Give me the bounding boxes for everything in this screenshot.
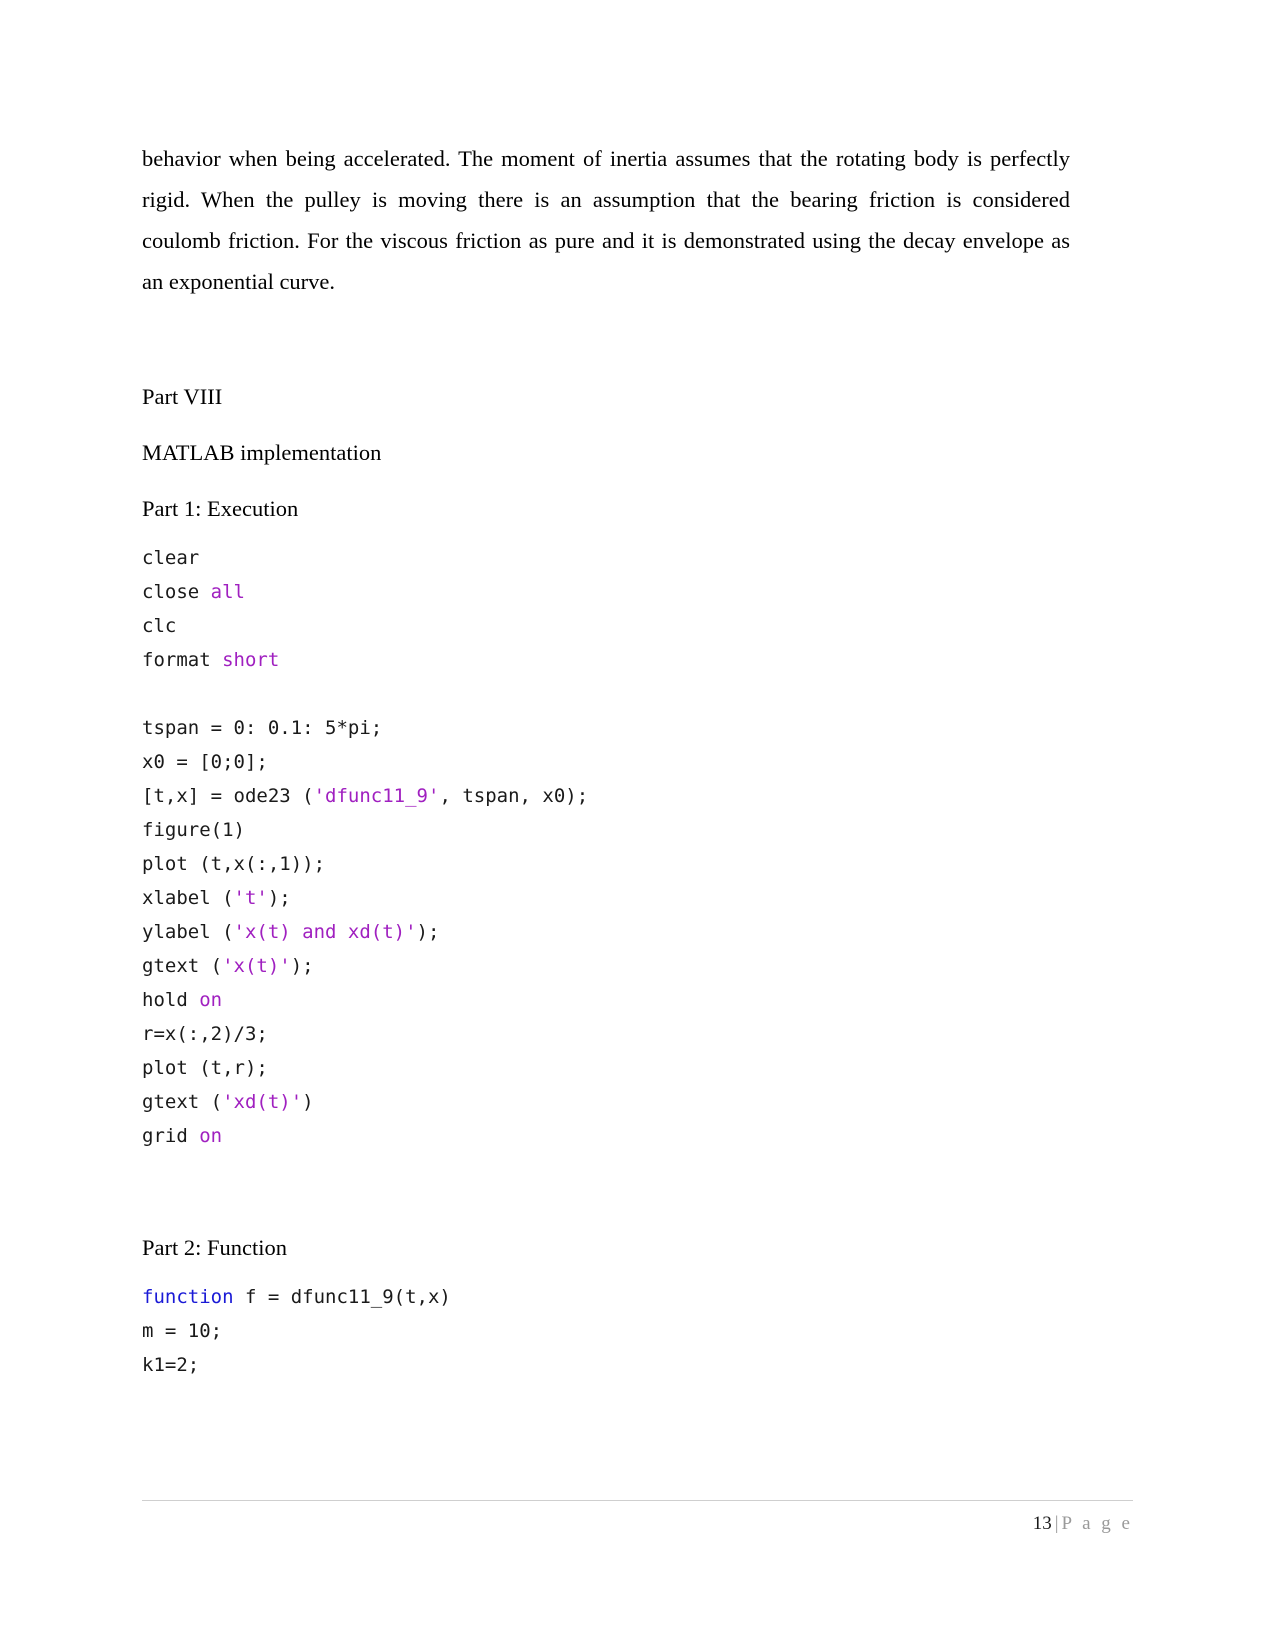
code-token: ylabel ( xyxy=(142,921,234,943)
code-line: x0 = [0;0]; xyxy=(142,745,1070,779)
code-line: ylabel ('x(t) and xd(t)'); xyxy=(142,915,1070,949)
code-line: r=x(:,2)/3; xyxy=(142,1017,1070,1051)
code-token: 't' xyxy=(233,887,268,909)
code-line: format short xyxy=(142,643,1070,677)
footer-page-word: P a g e xyxy=(1061,1513,1133,1534)
code-line: gtext ('xd(t)') xyxy=(142,1085,1070,1119)
code-token: hold xyxy=(142,989,200,1011)
code-token: m = 10; xyxy=(142,1320,223,1342)
code-token: 'x(t) and xd(t)' xyxy=(233,921,417,943)
code-token: 'xd(t)' xyxy=(222,1091,303,1113)
code-token: all xyxy=(210,581,245,603)
code-line: close all xyxy=(142,575,1070,609)
code-token: k1=2; xyxy=(142,1354,200,1376)
part-label: Part VIII xyxy=(142,384,223,409)
code-token: function xyxy=(142,1286,234,1308)
document-page: behavior when being accelerated. The mom… xyxy=(0,0,1275,1650)
code-line: function f = dfunc11_9(t,x) xyxy=(142,1280,1070,1314)
code-token: f = dfunc11_9(t,x) xyxy=(233,1286,451,1308)
code-line: tspan = 0: 0.1: 5*pi; xyxy=(142,711,1070,745)
code-token: gtext ( xyxy=(142,955,223,977)
page-content: behavior when being accelerated. The mom… xyxy=(142,138,1070,1382)
body-paragraph: behavior when being accelerated. The mom… xyxy=(142,146,1070,294)
code-token: xlabel ( xyxy=(142,887,234,909)
code-line: [t,x] = ode23 ('dfunc11_9', tspan, x0); xyxy=(142,779,1070,813)
code-line: m = 10; xyxy=(142,1314,1070,1348)
code-block-execution: clear close all clc format short tspan = 0:… xyxy=(142,541,1070,1153)
code-line: gtext ('x(t)'); xyxy=(142,949,1070,983)
code-line: clc xyxy=(142,609,1070,643)
code-line: figure(1) xyxy=(142,813,1070,847)
code-token: close xyxy=(142,581,211,603)
part2-title: Part 2: Function xyxy=(142,1235,287,1260)
code-token: format xyxy=(142,649,223,671)
code-token: ); xyxy=(416,921,440,943)
code-line: hold on xyxy=(142,983,1070,1017)
footer-text: 13 | P a g e xyxy=(142,1511,1133,1537)
code-block-function: function f = dfunc11_9(t,x)m = 10; k1=2; xyxy=(142,1280,1070,1382)
code-token: grid xyxy=(142,1125,200,1147)
code-token: plot (t,r); xyxy=(142,1057,268,1079)
page-footer: 13 | P a g e xyxy=(142,1500,1133,1537)
code-token: tspan = 0: 0.1: 5*pi; xyxy=(142,717,383,739)
code-line: plot (t,r); xyxy=(142,1051,1070,1085)
footer-divider xyxy=(142,1500,1133,1501)
code-token: [t,x] = ode23 ( xyxy=(142,785,314,807)
code-line: grid on xyxy=(142,1119,1070,1153)
code-line: plot (t,x(:,1)); xyxy=(142,847,1070,881)
code-line: clear xyxy=(142,541,1070,575)
code-token: clc xyxy=(142,615,177,637)
footer-separator: | xyxy=(1054,1513,1059,1534)
footer-page-number: 13 xyxy=(1032,1513,1052,1534)
code-token: ) xyxy=(302,1091,314,1113)
code-token: short xyxy=(222,649,280,671)
part1-title: Part 1: Execution xyxy=(142,496,299,521)
code-token: plot (t,x(:,1)); xyxy=(142,853,326,875)
code-token: figure(1) xyxy=(142,819,245,841)
code-token: ); xyxy=(267,887,291,909)
code-token: clear xyxy=(142,547,200,569)
code-line: xlabel ('t'); xyxy=(142,881,1070,915)
code-token: gtext ( xyxy=(142,1091,223,1113)
code-token: 'x(t)' xyxy=(222,955,291,977)
code-token: on xyxy=(199,1125,223,1147)
code-line: k1=2; xyxy=(142,1348,1070,1382)
code-token: on xyxy=(199,989,223,1011)
code-token: x0 = [0;0]; xyxy=(142,751,268,773)
code-token: 'dfunc11_9' xyxy=(313,785,440,807)
code-token: ); xyxy=(290,955,314,977)
section-title: MATLAB implementation xyxy=(142,440,382,465)
code-token: , tspan, x0); xyxy=(439,785,589,807)
code-token: r=x(:,2)/3; xyxy=(142,1023,268,1045)
